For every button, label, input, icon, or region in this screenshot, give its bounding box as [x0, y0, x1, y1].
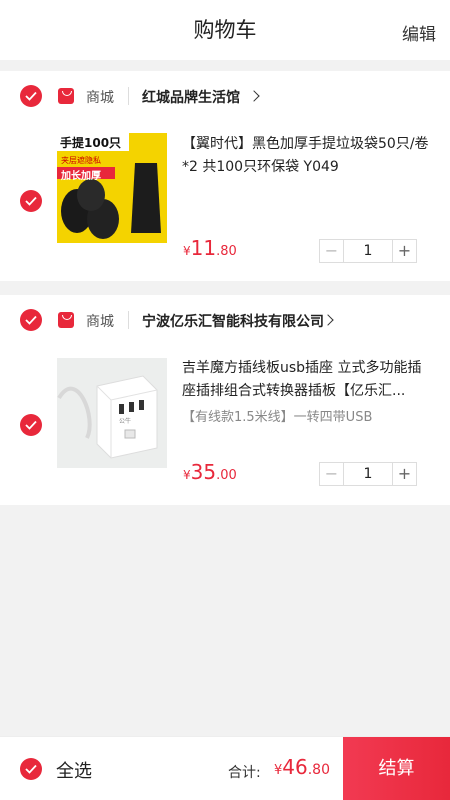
store-name-link[interactable]: 红城品牌生活馆 [142, 87, 240, 107]
store-name-link[interactable]: 宁波亿乐汇智能科技有限公司 [142, 311, 324, 331]
quantity-value[interactable]: 1 [344, 240, 392, 262]
total-integer: 46 [282, 755, 308, 779]
thumb-text: 夹层遮隐私 [61, 156, 101, 165]
store-header: 商城 宁波亿乐汇智能科技有限公司 [0, 295, 450, 345]
store-header: 商城 红城品牌生活馆 [0, 71, 450, 121]
edit-button[interactable]: 编辑 [402, 20, 436, 45]
price-currency: ¥ [183, 244, 191, 258]
select-all-label[interactable]: 全选 [56, 757, 92, 783]
select-all-check-icon[interactable] [20, 758, 42, 780]
total-decimal: .80 [307, 762, 330, 778]
product-title[interactable]: 【翼时代】黑色加厚手提垃圾袋50只/卷*2 共100只环保袋 Y049 [182, 133, 434, 179]
product-title[interactable]: 吉羊魔方插线板usb插座 立式多功能插座插排组合式转换器插板【亿乐汇... [182, 357, 434, 403]
mall-label: 商城 [86, 314, 114, 330]
top-bar: 购物车 编辑 [0, 0, 450, 60]
price-integer: 35 [190, 460, 217, 484]
chevron-right-icon[interactable] [322, 314, 334, 326]
mall-bag-icon [58, 88, 74, 104]
price-decimal: .80 [216, 244, 237, 259]
cart-item: 手提100只 夹层遮隐私 加长加厚 【翼时代】黑色加厚手提垃圾袋50只/卷*2 … [0, 121, 450, 281]
chevron-right-icon[interactable] [248, 90, 260, 102]
thumb-text: 加长加厚 [61, 171, 101, 182]
quantity-stepper: − 1 + [319, 239, 417, 263]
decrease-button[interactable]: − [320, 463, 344, 485]
store-check-icon[interactable] [20, 85, 42, 107]
page-title: 购物车 [193, 18, 257, 42]
decrease-button[interactable]: − [320, 240, 344, 262]
increase-button[interactable]: + [392, 463, 416, 485]
product-price: ¥35.00 [183, 460, 237, 484]
product-price: ¥11.80 [183, 236, 237, 260]
price-decimal: .00 [216, 468, 237, 483]
total-label: 合计: [228, 765, 261, 781]
divider [128, 87, 129, 105]
thumb-text: 手提100只 [60, 136, 122, 150]
product-image[interactable]: 公牛 [57, 358, 167, 468]
store-check-icon[interactable] [20, 309, 42, 331]
cart-item: 公牛 吉羊魔方插线板usb插座 立式多功能插座插排组合式转换器插板【亿乐汇...… [0, 345, 450, 505]
product-image[interactable]: 手提100只 夹层遮隐私 加长加厚 [57, 133, 167, 243]
checkout-bar: 全选 合计: ¥46.80 结算 [0, 736, 450, 800]
thumb-text: 公牛 [119, 418, 132, 425]
quantity-stepper: − 1 + [319, 462, 417, 486]
increase-button[interactable]: + [392, 240, 416, 262]
quantity-value[interactable]: 1 [344, 463, 392, 485]
total-price: ¥46.80 [274, 755, 330, 779]
divider [128, 311, 129, 329]
price-currency: ¥ [183, 468, 191, 482]
product-spec[interactable]: 【有线款1.5米线】一转四带USB [182, 406, 372, 425]
mall-bag-icon [58, 312, 74, 328]
mall-label: 商城 [86, 90, 114, 106]
item-check-icon[interactable] [20, 414, 42, 436]
checkout-button[interactable]: 结算 [343, 737, 450, 800]
price-integer: 11 [190, 236, 217, 260]
item-check-icon[interactable] [20, 190, 42, 212]
